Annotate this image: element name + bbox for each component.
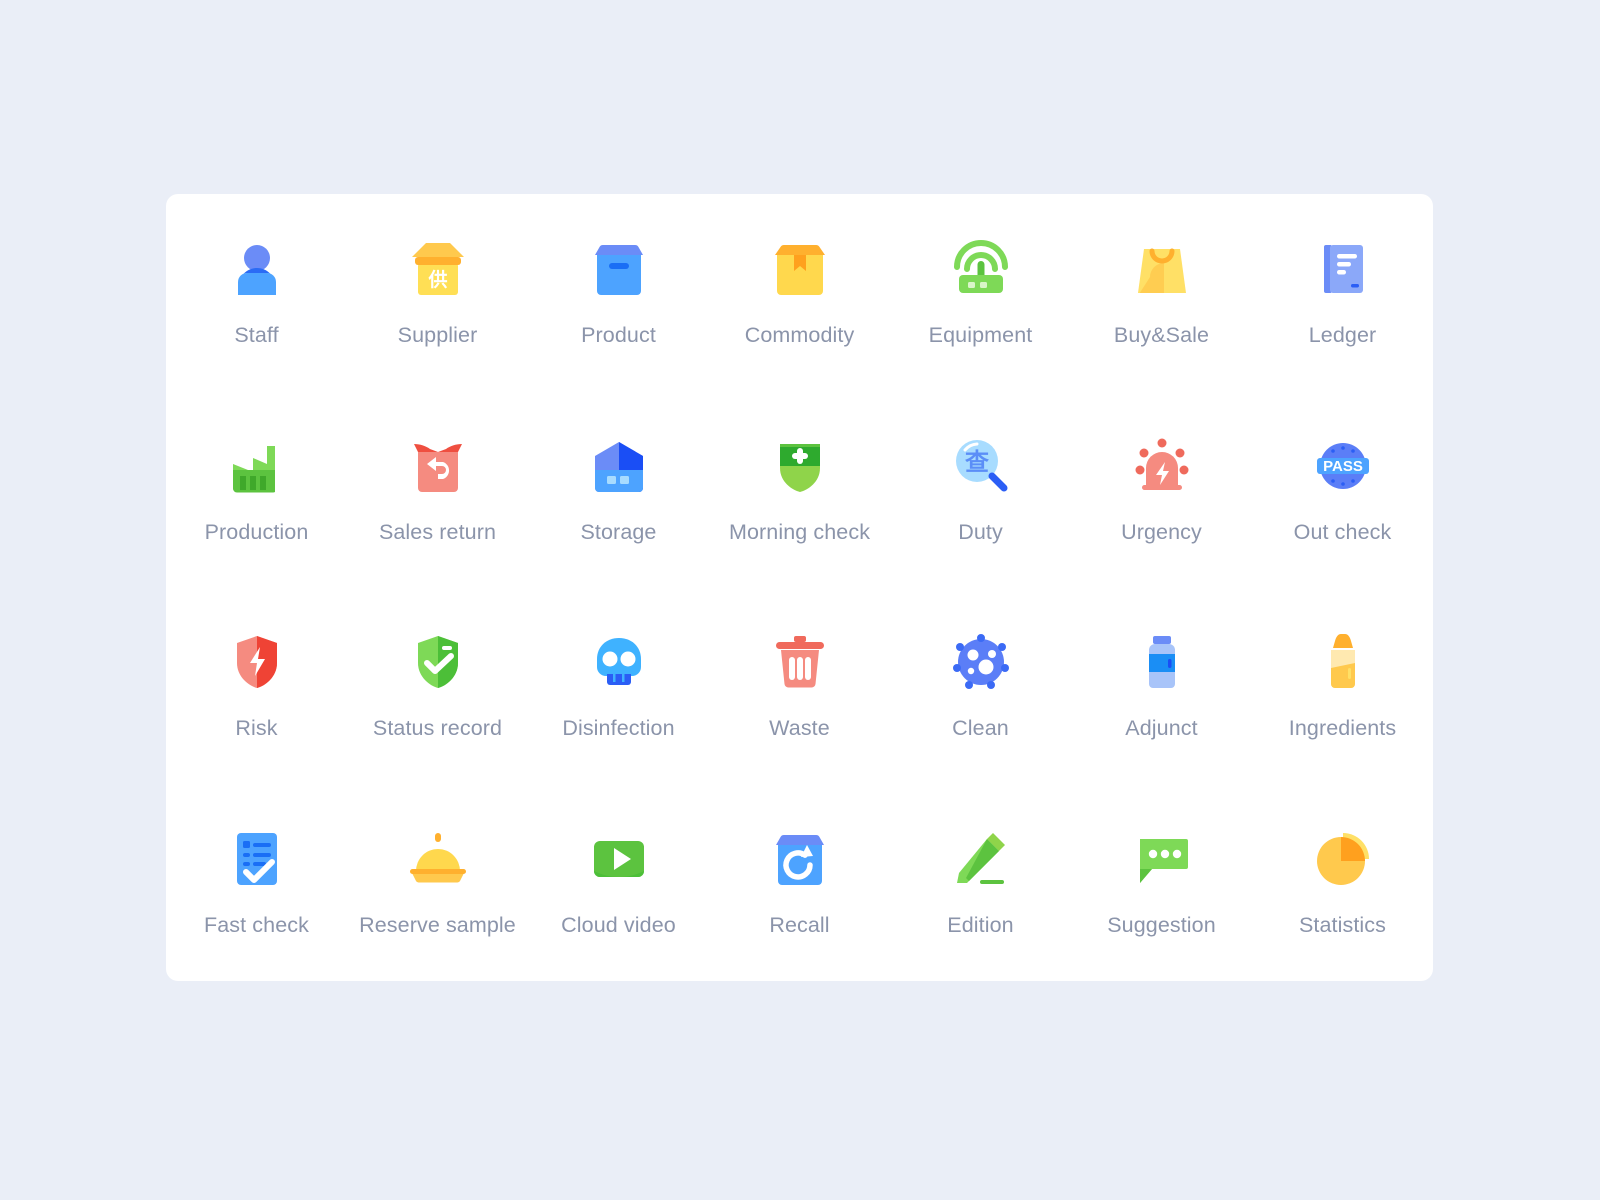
icon-cell-edition[interactable]: Edition (890, 784, 1071, 981)
icon-label: Urgency (1121, 519, 1202, 544)
icon-cell-adjunct[interactable]: Adjunct (1071, 588, 1252, 785)
icon-label: Ledger (1308, 322, 1377, 347)
icon-cell-commodity[interactable]: Commodity (709, 194, 890, 391)
warehouse-icon (594, 441, 643, 492)
pass-seal-icon: PASS (1316, 442, 1369, 489)
icon-label: Waste (769, 716, 830, 741)
icon-label: Recall (769, 913, 830, 938)
icon-label: Fast check (204, 913, 309, 938)
factory-icon (232, 445, 275, 493)
icon-label: Morning check (728, 519, 871, 544)
icon-label: Product (581, 322, 656, 347)
play-button-icon (593, 841, 644, 878)
icon-cell-urgency[interactable]: Urgency (1071, 391, 1252, 588)
supplier-glyph-text: 供 (427, 268, 447, 291)
sponge-bubble-icon (952, 634, 1009, 690)
additive-jar-icon (1148, 636, 1175, 689)
icon-label: Buy&Sale (1113, 322, 1210, 347)
checklist-icon (236, 833, 277, 886)
icon-cell-cloud-video[interactable]: Cloud video (528, 784, 709, 981)
shield-lightning-icon (236, 636, 277, 689)
icon-cell-product[interactable]: Product (528, 194, 709, 391)
icon-cell-waste[interactable]: Waste (709, 588, 890, 785)
icon-label: Supplier (397, 322, 478, 347)
pie-chart-icon (1316, 833, 1369, 886)
icon-label: Clean (952, 716, 1009, 741)
icon-cell-buy-sale[interactable]: Buy&Sale (1071, 194, 1252, 391)
icon-cell-out-check[interactable]: PASS Out check (1252, 391, 1433, 588)
food-cloche-icon (409, 833, 466, 883)
icon-cell-status-record[interactable]: Status record (347, 588, 528, 785)
blue-box-icon (594, 244, 643, 295)
icon-cell-production[interactable]: Production (166, 391, 347, 588)
shopping-bag-icon (1137, 248, 1186, 293)
return-box-icon (413, 443, 462, 492)
icon-label: Out check (1293, 519, 1392, 544)
shield-check-icon (417, 636, 458, 689)
icon-label: Suggestion (1107, 913, 1216, 938)
icon-label: Production (204, 519, 309, 544)
ledger-book-icon (1323, 244, 1363, 293)
skull-icon (596, 638, 641, 686)
icon-cell-reserve-sample[interactable]: Reserve sample (347, 784, 528, 981)
supply-shop-icon: 供 (411, 242, 464, 295)
icon-cell-statistics[interactable]: Statistics (1252, 784, 1433, 981)
icon-cell-disinfection[interactable]: Disinfection (528, 588, 709, 785)
magnifier-check-icon: 查 (955, 439, 1007, 492)
package-box-icon (774, 244, 825, 295)
pass-glyph-text: PASS (1323, 458, 1363, 475)
icon-cell-sales-return[interactable]: Sales return (347, 391, 528, 588)
recall-refresh-icon (775, 835, 824, 886)
icon-label: Reserve sample (359, 913, 516, 938)
pencil-edit-icon (956, 833, 1005, 885)
icon-label: Duty (958, 519, 1003, 544)
icon-label: Risk (235, 716, 278, 741)
icon-label: Sales return (378, 519, 497, 544)
icon-cell-morning-check[interactable]: Morning check (709, 391, 890, 588)
icon-cell-staff[interactable]: Staff (166, 194, 347, 391)
trash-can-icon (775, 636, 824, 688)
icon-label: Storage (580, 519, 657, 544)
icon-label: Disinfection (562, 716, 675, 741)
icon-label: Cloud video (561, 913, 676, 938)
icon-label: Equipment (928, 322, 1033, 347)
icon-cell-storage[interactable]: Storage (528, 391, 709, 588)
icon-cell-fast-check[interactable]: Fast check (166, 784, 347, 981)
icon-set-card: Staff 供 Supplier Product Commodity Equip… (166, 194, 1433, 981)
icon-cell-duty[interactable]: 查 Duty (890, 391, 1071, 588)
duty-glyph-text: 查 (965, 448, 989, 476)
user-avatar-icon (237, 244, 276, 295)
icon-cell-ledger[interactable]: Ledger (1252, 194, 1433, 391)
icon-label: Ingredients (1288, 716, 1397, 741)
chat-bubble-icon (1139, 839, 1188, 884)
icon-cell-supplier[interactable]: 供 Supplier (347, 194, 528, 391)
router-signal-icon (953, 239, 1008, 293)
icon-cell-equipment[interactable]: Equipment (890, 194, 1071, 391)
alarm-siren-icon (1135, 438, 1188, 490)
icon-cell-risk[interactable]: Risk (166, 588, 347, 785)
icon-label: Edition (947, 913, 1014, 938)
icon-label: Staff (234, 322, 279, 347)
icon-cell-ingredients[interactable]: Ingredients (1252, 588, 1433, 785)
icon-label: Status record (372, 716, 503, 741)
icon-label: Adjunct (1125, 716, 1198, 741)
shield-plus-icon (779, 443, 820, 492)
icon-cell-suggestion[interactable]: Suggestion (1071, 784, 1252, 981)
icon-label: Commodity (744, 322, 855, 347)
icon-cell-recall[interactable]: Recall (709, 784, 890, 981)
icon-label: Statistics (1298, 913, 1387, 938)
icon-cell-clean[interactable]: Clean (890, 588, 1071, 785)
seasoning-bottle-icon (1330, 634, 1355, 689)
icon-grid: Staff 供 Supplier Product Commodity Equip… (166, 194, 1433, 981)
